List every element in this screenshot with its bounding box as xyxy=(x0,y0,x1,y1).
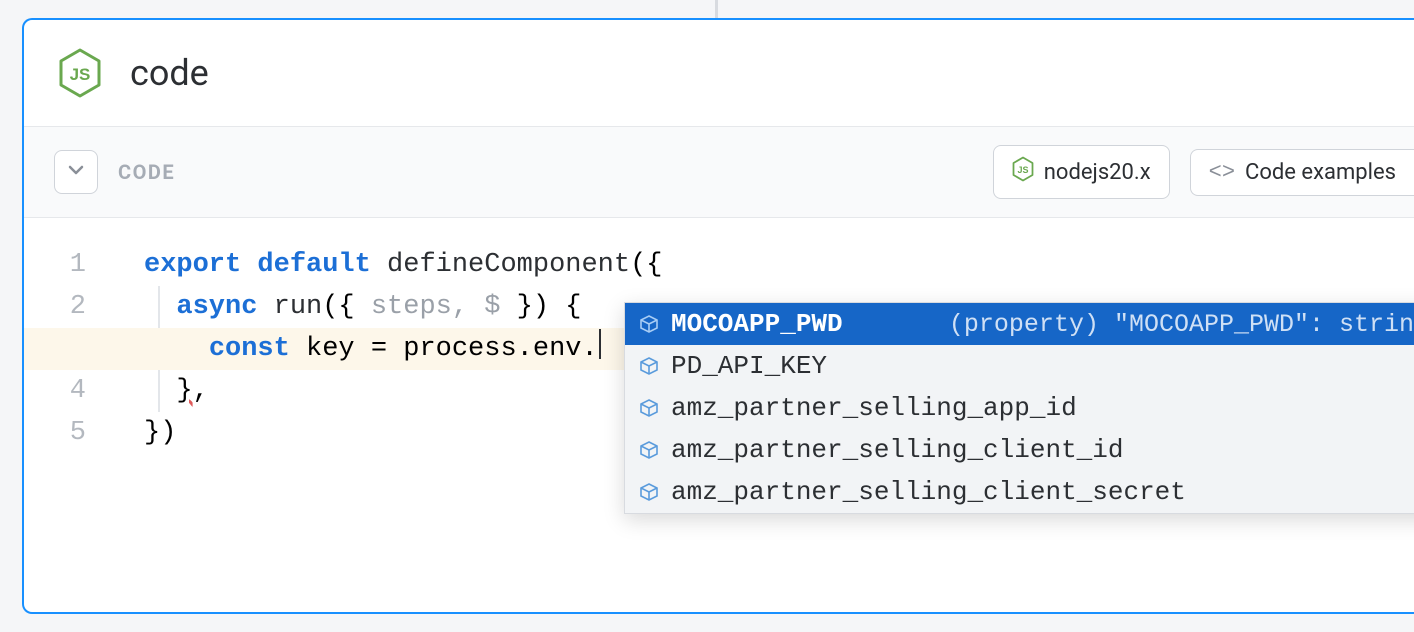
runtime-badge[interactable]: JS nodejs20.x xyxy=(993,145,1170,199)
autocomplete-item[interactable]: PD_API_KEY xyxy=(625,345,1414,387)
autocomplete-detail: (property) "MOCOAPP_PWD": string xyxy=(949,310,1414,339)
autocomplete-item[interactable]: amz_partner_selling_app_id xyxy=(625,387,1414,429)
property-icon xyxy=(639,440,659,460)
autocomplete-item[interactable]: amz_partner_selling_client_id xyxy=(625,429,1414,471)
autocomplete-item[interactable]: MOCOAPP_PWD (property) "MOCOAPP_PWD": st… xyxy=(625,303,1414,345)
nodejs-icon: JS xyxy=(58,48,102,98)
code-line[interactable]: export default defineComponent({ xyxy=(144,244,1414,286)
property-icon xyxy=(639,482,659,502)
line-number: 1 xyxy=(24,244,116,286)
line-number: 4 xyxy=(24,370,116,412)
code-examples-button[interactable]: <> Code examples xyxy=(1190,149,1414,196)
property-icon xyxy=(639,356,659,376)
code-editor[interactable]: 1 2 3 4 5 export default defineComponent… xyxy=(24,218,1414,612)
chevron-down-icon xyxy=(66,160,86,184)
property-icon xyxy=(639,398,659,418)
toolbar-label: CODE xyxy=(118,160,175,184)
code-toolbar: CODE JS nodejs20.x <> Code examples xyxy=(24,127,1414,218)
autocomplete-name: amz_partner_selling_client_secret xyxy=(671,477,1186,507)
collapse-button[interactable] xyxy=(54,150,98,194)
svg-text:JS: JS xyxy=(1017,165,1028,175)
runtime-text: nodejs20.x xyxy=(1044,160,1151,185)
property-icon xyxy=(639,314,659,334)
autocomplete-name: amz_partner_selling_client_id xyxy=(671,435,1123,465)
nodejs-icon: JS xyxy=(1012,156,1034,188)
line-number: 5 xyxy=(24,412,116,454)
svg-text:JS: JS xyxy=(70,65,91,84)
examples-label: Code examples xyxy=(1245,160,1396,185)
autocomplete-name: MOCOAPP_PWD xyxy=(671,309,843,339)
line-number: 2 xyxy=(24,286,116,328)
code-icon: <> xyxy=(1209,160,1235,185)
autocomplete-name: PD_API_KEY xyxy=(671,351,827,381)
autocomplete-popup: MOCOAPP_PWD (property) "MOCOAPP_PWD": st… xyxy=(624,302,1414,514)
panel-title: code xyxy=(130,52,209,94)
panel-header: JS code xyxy=(24,20,1414,127)
autocomplete-item[interactable]: amz_partner_selling_client_secret xyxy=(625,471,1414,513)
autocomplete-name: amz_partner_selling_app_id xyxy=(671,393,1077,423)
text-cursor xyxy=(599,329,601,359)
error-underline: } xyxy=(176,370,192,412)
code-step-panel: JS code CODE JS nodejs20.x xyxy=(22,18,1414,614)
top-divider xyxy=(715,0,718,18)
